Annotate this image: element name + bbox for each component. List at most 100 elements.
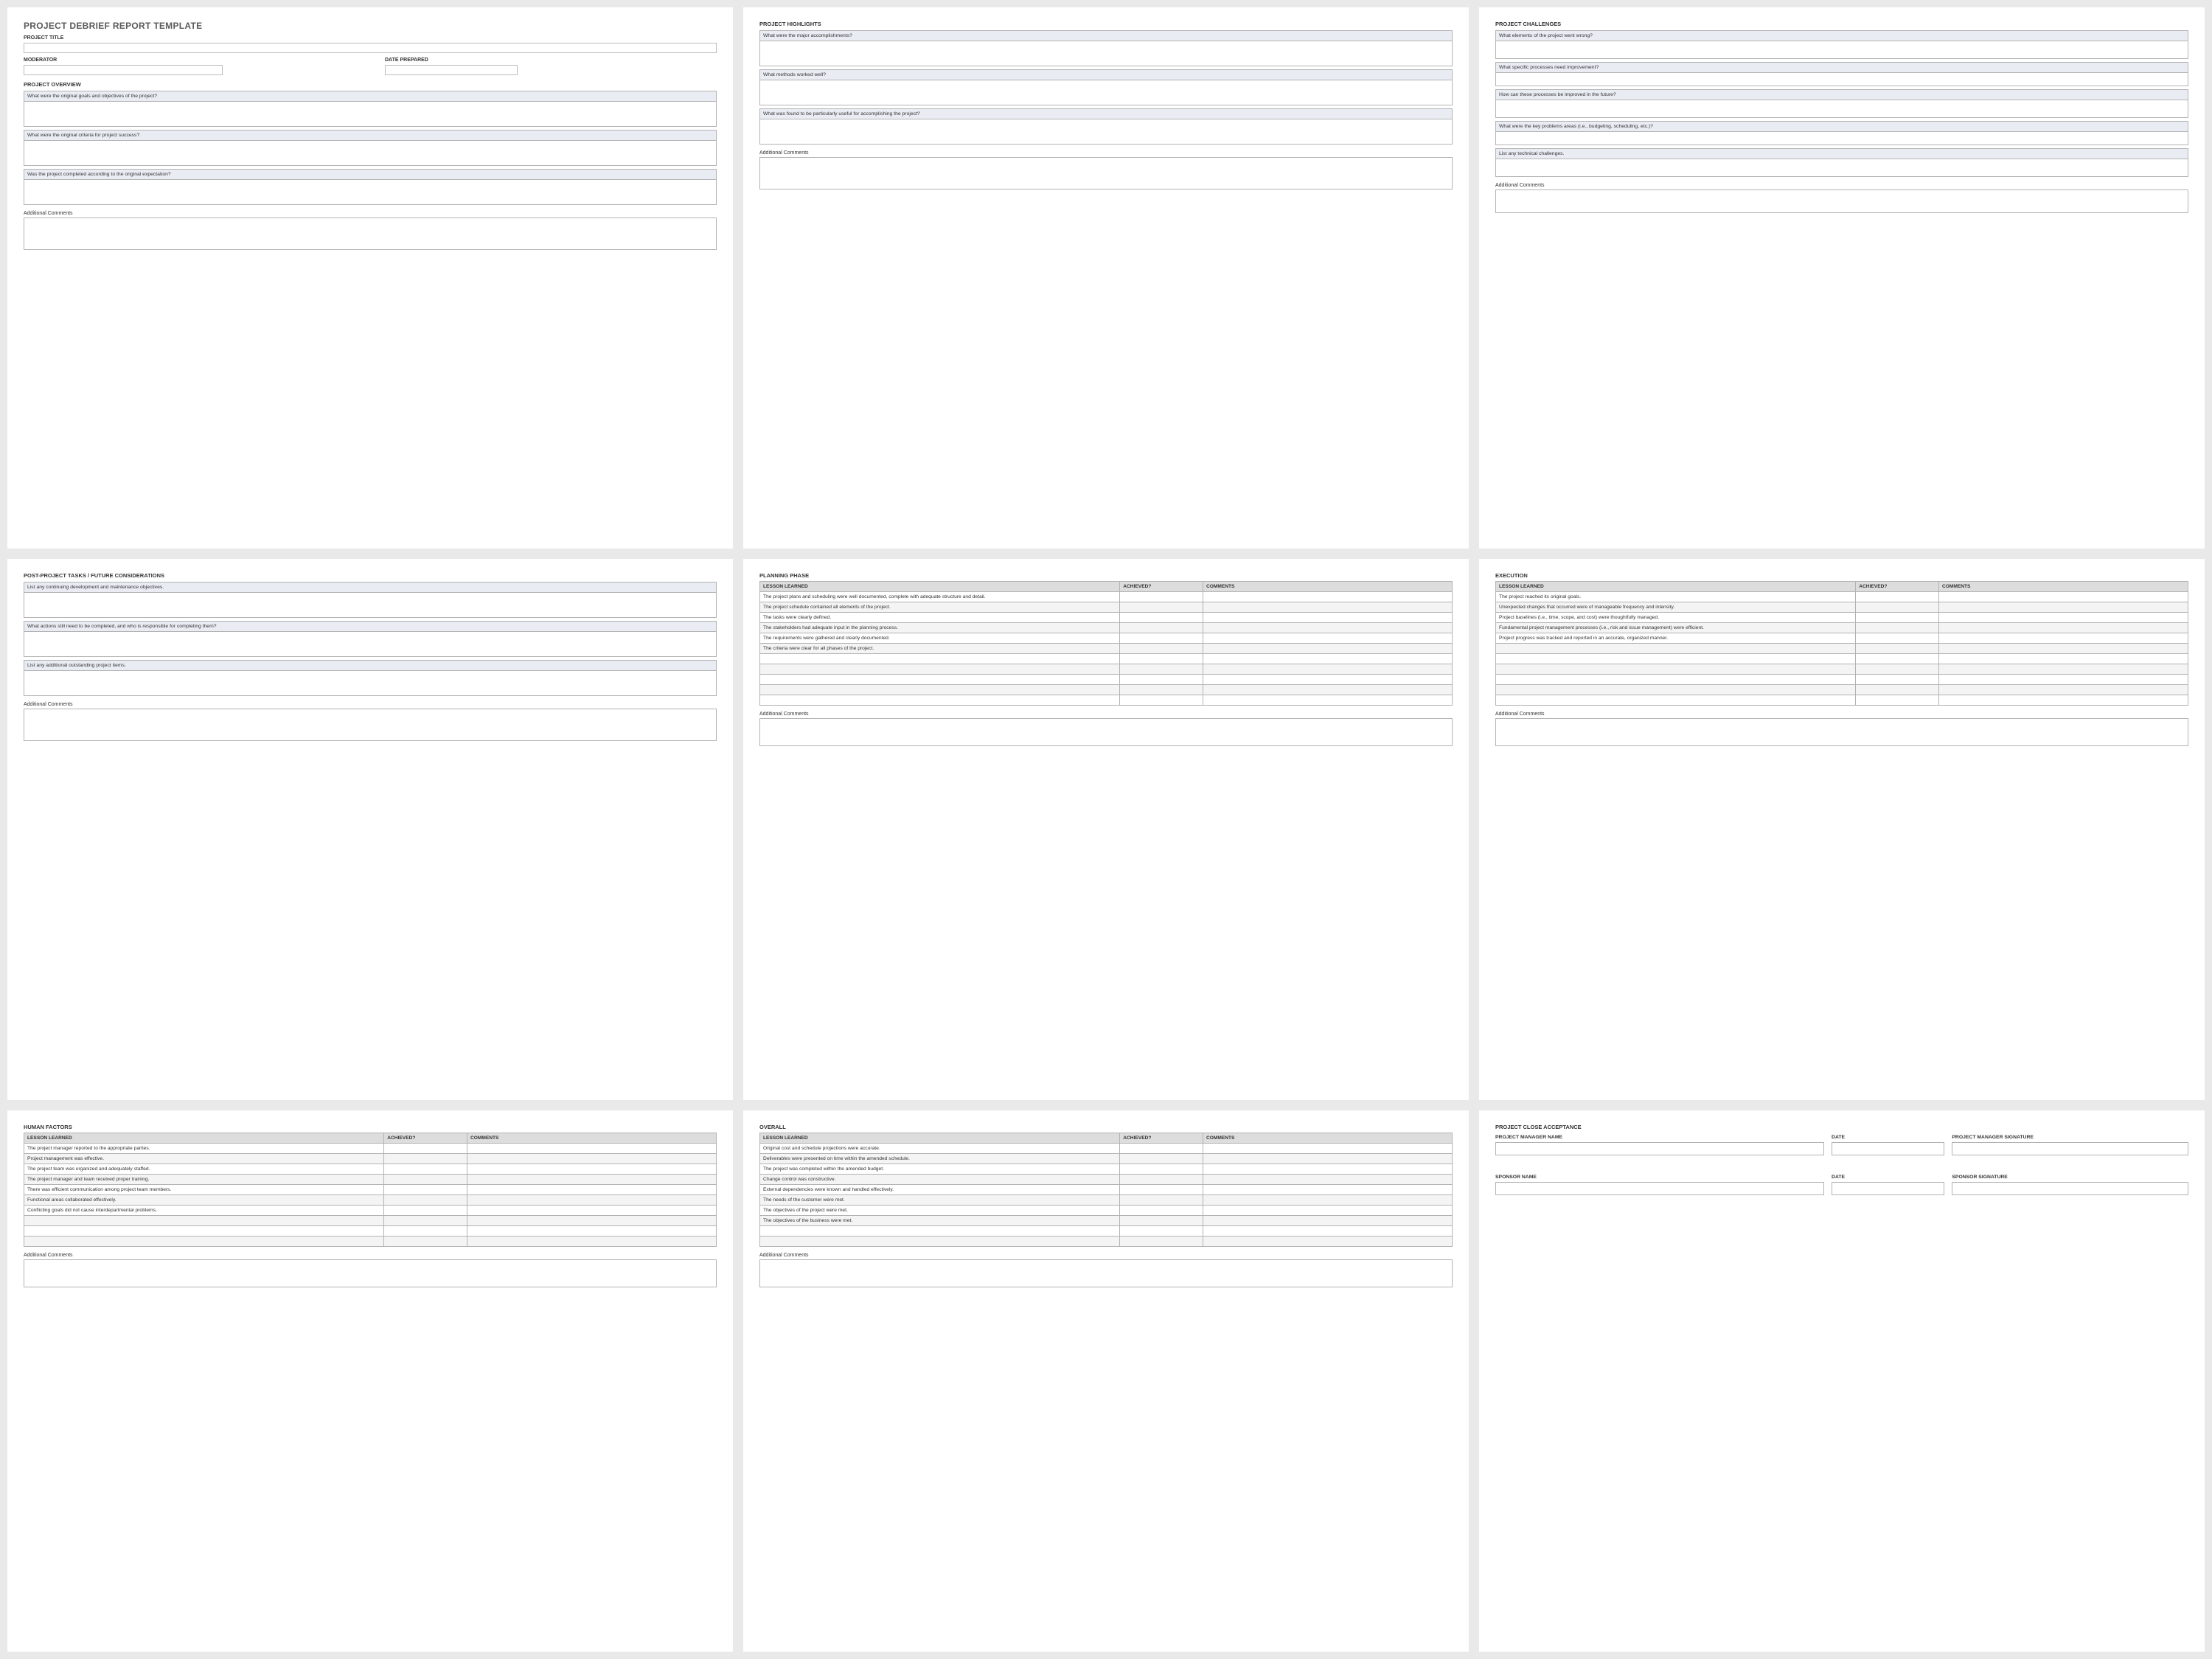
challenges-a5[interactable]	[1495, 159, 2188, 177]
achieved-cell[interactable]	[1856, 685, 1939, 695]
achieved-cell[interactable]	[1856, 664, 1939, 675]
achieved-cell[interactable]	[1856, 633, 1939, 644]
comments-cell[interactable]	[467, 1164, 716, 1175]
highlights-comments[interactable]	[759, 157, 1453, 189]
comments-cell[interactable]	[1938, 654, 2188, 664]
achieved-cell[interactable]	[1120, 1226, 1203, 1237]
achieved-cell[interactable]	[1120, 654, 1203, 664]
human-comments[interactable]	[24, 1259, 717, 1287]
input-pm-sig[interactable]	[1952, 1142, 2188, 1155]
comments-cell[interactable]	[1938, 602, 2188, 613]
input-date-2[interactable]	[1832, 1182, 1944, 1195]
achieved-cell[interactable]	[384, 1206, 467, 1216]
achieved-cell[interactable]	[384, 1216, 467, 1226]
comments-cell[interactable]	[1203, 685, 1452, 695]
achieved-cell[interactable]	[1120, 1144, 1203, 1154]
comments-cell[interactable]	[467, 1206, 716, 1216]
achieved-cell[interactable]	[384, 1237, 467, 1247]
comments-cell[interactable]	[1203, 623, 1452, 633]
achieved-cell[interactable]	[384, 1195, 467, 1206]
comments-cell[interactable]	[1203, 1226, 1452, 1237]
comments-cell[interactable]	[1203, 602, 1452, 613]
comments-cell[interactable]	[467, 1154, 716, 1164]
overall-comments[interactable]	[759, 1259, 1453, 1287]
comments-cell[interactable]	[1203, 695, 1452, 706]
input-date-1[interactable]	[1832, 1142, 1944, 1155]
comments-cell[interactable]	[1938, 685, 2188, 695]
achieved-cell[interactable]	[1120, 1154, 1203, 1164]
achieved-cell[interactable]	[1120, 602, 1203, 613]
comments-cell[interactable]	[1203, 1185, 1452, 1195]
comments-cell[interactable]	[467, 1185, 716, 1195]
comments-cell[interactable]	[1938, 664, 2188, 675]
comments-cell[interactable]	[1203, 654, 1452, 664]
achieved-cell[interactable]	[1120, 613, 1203, 623]
achieved-cell[interactable]	[384, 1144, 467, 1154]
achieved-cell[interactable]	[384, 1226, 467, 1237]
achieved-cell[interactable]	[1120, 1185, 1203, 1195]
achieved-cell[interactable]	[1120, 685, 1203, 695]
challenges-a1[interactable]	[1495, 41, 2188, 59]
overview-a3[interactable]	[24, 180, 717, 205]
achieved-cell[interactable]	[1856, 675, 1939, 685]
comments-cell[interactable]	[1938, 592, 2188, 602]
comments-cell[interactable]	[1203, 1216, 1452, 1226]
planning-comments[interactable]	[759, 718, 1453, 746]
comments-cell[interactable]	[1938, 644, 2188, 654]
overview-comments[interactable]	[24, 218, 717, 250]
post-a2[interactable]	[24, 632, 717, 657]
achieved-cell[interactable]	[1856, 623, 1939, 633]
achieved-cell[interactable]	[1120, 633, 1203, 644]
comments-cell[interactable]	[1203, 1144, 1452, 1154]
achieved-cell[interactable]	[1856, 695, 1939, 706]
highlights-a1[interactable]	[759, 41, 1453, 66]
input-sp-name[interactable]	[1495, 1182, 1824, 1195]
achieved-cell[interactable]	[384, 1175, 467, 1185]
achieved-cell[interactable]	[1856, 644, 1939, 654]
achieved-cell[interactable]	[1120, 664, 1203, 675]
overview-a2[interactable]	[24, 141, 717, 166]
challenges-comments[interactable]	[1495, 189, 2188, 213]
achieved-cell[interactable]	[1120, 1206, 1203, 1216]
comments-cell[interactable]	[1203, 1206, 1452, 1216]
execution-comments[interactable]	[1495, 718, 2188, 746]
achieved-cell[interactable]	[1856, 613, 1939, 623]
post-a1[interactable]	[24, 593, 717, 618]
comments-cell[interactable]	[1203, 1195, 1452, 1206]
overview-a1[interactable]	[24, 102, 717, 127]
achieved-cell[interactable]	[1120, 675, 1203, 685]
comments-cell[interactable]	[1203, 613, 1452, 623]
input-date-prepared[interactable]	[385, 65, 518, 75]
achieved-cell[interactable]	[1120, 592, 1203, 602]
challenges-a4[interactable]	[1495, 132, 2188, 145]
achieved-cell[interactable]	[384, 1185, 467, 1195]
achieved-cell[interactable]	[1120, 623, 1203, 633]
comments-cell[interactable]	[467, 1226, 716, 1237]
comments-cell[interactable]	[1938, 613, 2188, 623]
comments-cell[interactable]	[1203, 644, 1452, 654]
input-pm-name[interactable]	[1495, 1142, 1824, 1155]
comments-cell[interactable]	[467, 1175, 716, 1185]
achieved-cell[interactable]	[1120, 1164, 1203, 1175]
comments-cell[interactable]	[1203, 592, 1452, 602]
input-project-title[interactable]	[24, 43, 717, 53]
comments-cell[interactable]	[467, 1237, 716, 1247]
challenges-a2[interactable]	[1495, 73, 2188, 86]
input-moderator[interactable]	[24, 65, 223, 75]
achieved-cell[interactable]	[1120, 644, 1203, 654]
post-a3[interactable]	[24, 671, 717, 696]
comments-cell[interactable]	[1203, 664, 1452, 675]
achieved-cell[interactable]	[384, 1164, 467, 1175]
comments-cell[interactable]	[1938, 633, 2188, 644]
comments-cell[interactable]	[467, 1195, 716, 1206]
achieved-cell[interactable]	[1120, 1216, 1203, 1226]
achieved-cell[interactable]	[1856, 592, 1939, 602]
comments-cell[interactable]	[1938, 695, 2188, 706]
achieved-cell[interactable]	[1120, 1195, 1203, 1206]
comments-cell[interactable]	[467, 1144, 716, 1154]
comments-cell[interactable]	[1203, 633, 1452, 644]
challenges-a3[interactable]	[1495, 100, 2188, 118]
comments-cell[interactable]	[1203, 1237, 1452, 1247]
achieved-cell[interactable]	[1856, 654, 1939, 664]
comments-cell[interactable]	[1938, 675, 2188, 685]
